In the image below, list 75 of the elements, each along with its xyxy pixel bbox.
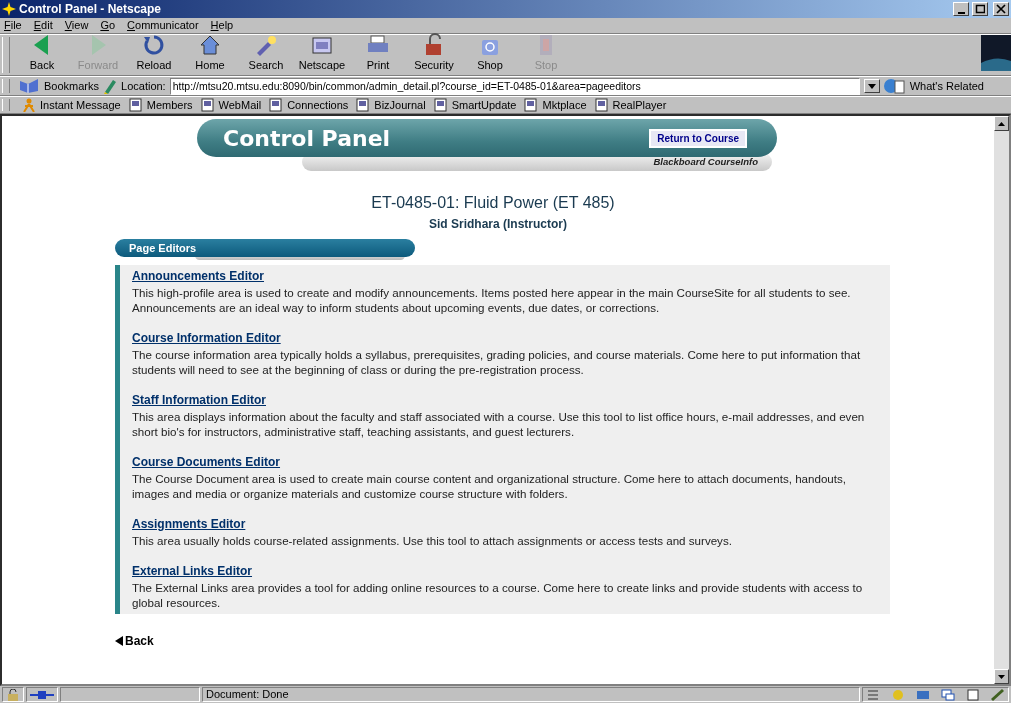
toolbar-grip[interactable] [2, 37, 10, 73]
course-title: ET-0485-01: Fluid Power (ET 485) [370, 193, 616, 213]
close-button[interactable] [993, 2, 1009, 16]
personal-toolbar-link[interactable]: BizJournal [374, 96, 426, 114]
bookmarks-book-icon[interactable] [18, 78, 40, 94]
toolbar-button[interactable]: Netscape [294, 35, 350, 75]
personal-toolbar-link[interactable]: Mktplace [542, 96, 587, 114]
editor-link[interactable]: Announcements Editor [132, 269, 264, 283]
back-link[interactable]: Back [115, 632, 154, 650]
close-icon [996, 4, 1006, 14]
component-lines-icon[interactable] [866, 687, 880, 702]
toolbar-button[interactable]: Home [182, 35, 238, 75]
scroll-up-icon [998, 121, 1005, 126]
security-lock-icon[interactable] [6, 688, 20, 701]
toolbar-button[interactable]: Search [238, 35, 294, 75]
menu-item[interactable]: Go [100, 17, 116, 34]
status-text: Document: Done [206, 687, 289, 703]
toolbar-button[interactable]: Reload [126, 35, 182, 75]
maximize-button[interactable] [972, 2, 988, 16]
menu-item[interactable]: Communicator [127, 17, 199, 34]
menu-item[interactable]: Edit [33, 17, 53, 34]
back-triangle-icon [115, 636, 123, 646]
toolbar-button[interactable]: Print [350, 35, 406, 75]
minimize-button[interactable] [953, 2, 969, 16]
toolbar-grip[interactable] [2, 79, 10, 93]
brand-text: Blackboard CourseInfo [653, 154, 758, 169]
editor-link[interactable]: Assignments Editor [132, 517, 246, 531]
editor-description: This high-profile area is used to create and modify announcements. Items posted here appear in the main CourseSite for all students to see. Announcements are an ideal way to inform students about upcoming events, due dates, or corrections. [132, 285, 852, 315]
navigator-icon[interactable] [891, 687, 905, 702]
editor-link[interactable]: Course Documents Editor [132, 455, 281, 469]
whats-related-button[interactable]: What's Related [909, 77, 984, 95]
person-icon [22, 98, 36, 112]
toolbar-button[interactable]: Shop [462, 35, 518, 75]
location-pen-icon [103, 78, 118, 94]
personal-toolbar-link[interactable]: Connections [287, 96, 349, 114]
toolbar-button[interactable]: Back [14, 35, 70, 75]
personal-toolbar-link[interactable]: Members [146, 96, 193, 114]
url-dropdown-button[interactable] [863, 79, 880, 93]
editor-description: This area usually holds course-related assignments. Use this tool to attach assignments or access tests and surveys. [132, 533, 733, 548]
bookmarks-menu[interactable]: Bookmarks [44, 77, 100, 95]
toolbar-grip[interactable] [2, 99, 10, 111]
minimize-icon [957, 11, 965, 14]
editor-link[interactable]: Course Information Editor [132, 331, 281, 345]
personal-toolbar-link[interactable]: Instant Message [40, 96, 121, 114]
url-field[interactable]: http://mtsu20.mtsu.edu:8090/bin/common/admin_detail.pl?course_id=ET-0485-01&area=pageeditors [169, 77, 860, 95]
personal-toolbar-link[interactable]: SmartUpdate [451, 96, 517, 114]
netscape-logo-icon [981, 35, 1011, 71]
star-logo-icon [2, 2, 16, 16]
vertical-scrollbar[interactable] [994, 116, 1009, 684]
editor-description: The Course Document area is used to create main course content and organizational structure. Come here to attach documents, handouts, images and media or organize materials and customize course structure with folders. [132, 471, 848, 501]
scroll-down-icon [998, 674, 1005, 679]
personal-toolbar-link[interactable]: RealPlayer [612, 96, 667, 114]
connection-plug-icon [30, 689, 54, 700]
address-book-icon[interactable] [966, 687, 980, 702]
menu-item[interactable]: Help [210, 17, 234, 34]
return-to-course-button[interactable]: Return to Course [649, 128, 747, 148]
menu-item[interactable]: File [4, 17, 22, 34]
composer-pen-icon[interactable] [991, 687, 1005, 702]
editor-link[interactable]: Staff Information Editor [132, 393, 266, 407]
banner-title: Control Panel [223, 124, 391, 153]
editor-description: The External Links area provides a tool for adding online resources to a course. Come here to create links and provide students with access to global resources. [132, 580, 864, 610]
toolbar-button[interactable]: Security [406, 35, 462, 75]
globe-document-icon[interactable] [883, 78, 906, 94]
instructor-name: Sid Sridhara (Instructor) [429, 217, 567, 231]
window-title: Control Panel - Netscape [19, 1, 163, 18]
editor-description: The course information area typically holds a syllabus, prerequisites, grading policies, and course materials. Come here to put information that students will need to see at the beginning of class or during the pre-registration process. [132, 347, 862, 377]
editor-description: This area displays information about the faculty and staff associated with a course. Use this tool to list office hours, e-mail addresses, and even short bio's for instructors, administrative staff, teaching assistants, and guest lecturers. [132, 409, 866, 439]
dropdown-arrow-icon [867, 83, 876, 89]
menu-item[interactable]: View [64, 17, 89, 34]
location-label: Location: [121, 78, 166, 94]
discussion-icon[interactable] [941, 687, 955, 702]
maximize-icon [975, 4, 985, 14]
editor-link[interactable]: External Links Editor [132, 564, 253, 578]
section-header: Page Editors [115, 239, 415, 257]
personal-toolbar-link[interactable]: WebMail [218, 96, 262, 114]
